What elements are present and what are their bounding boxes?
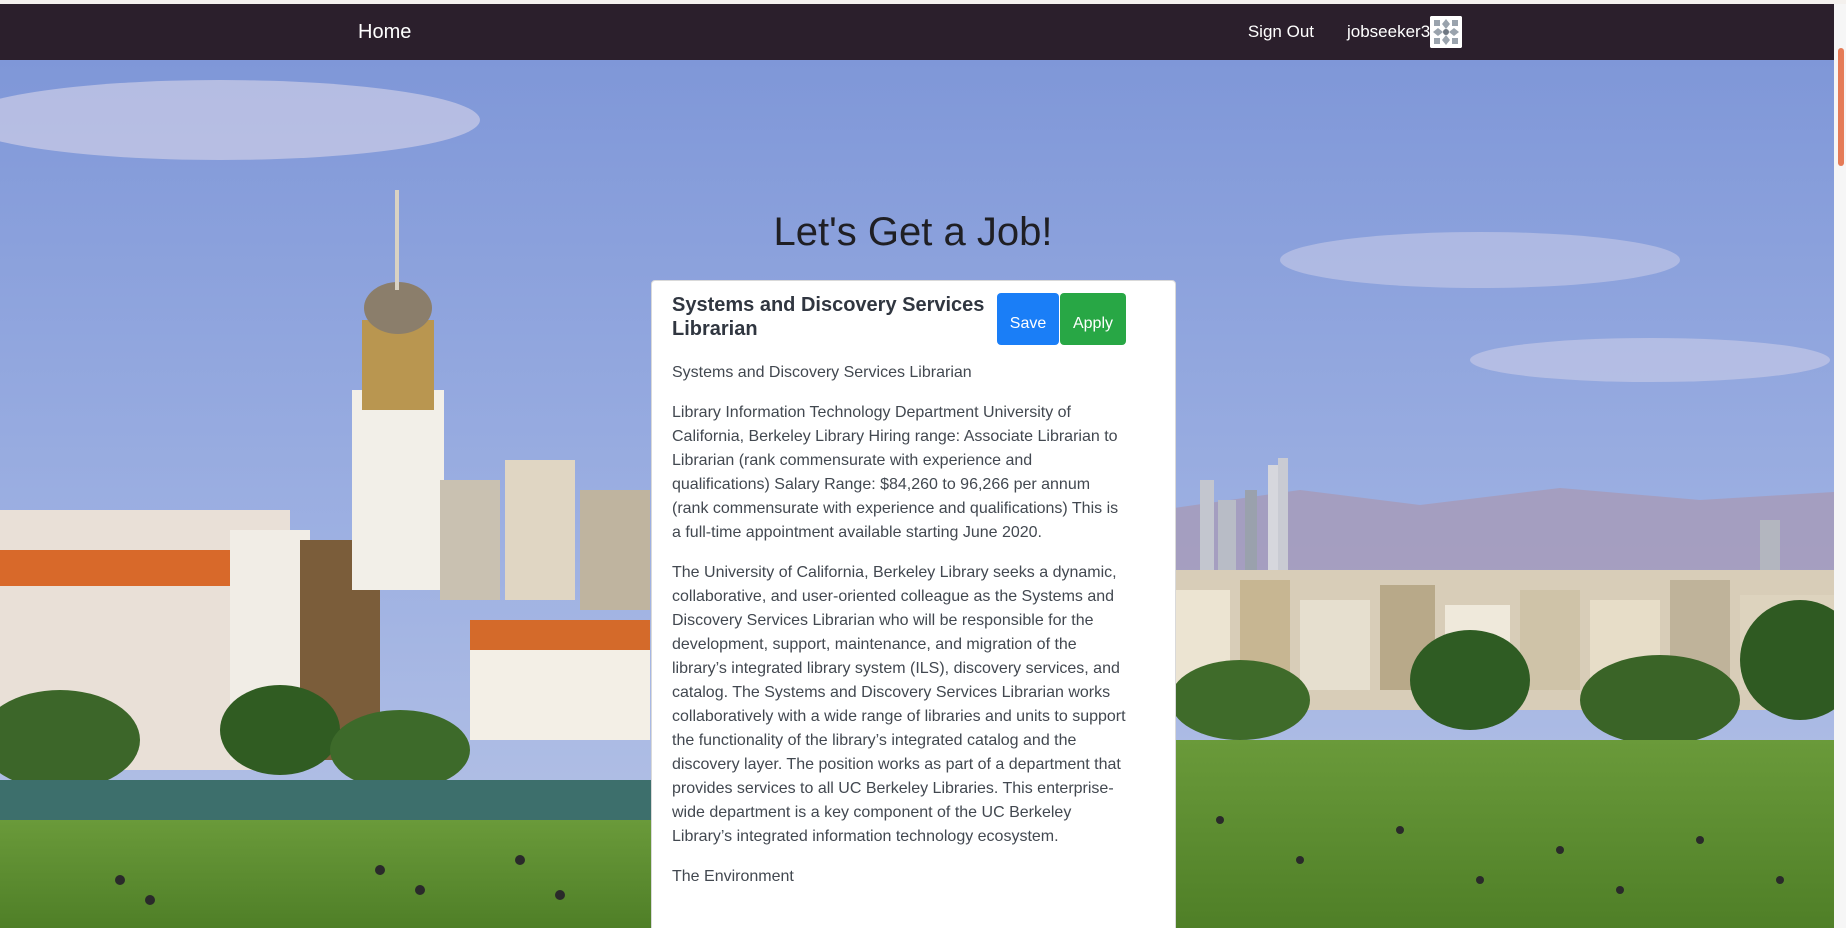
job-description-paragraph: The Environment — [672, 868, 794, 885]
page: Home Sign Out jobseeker3 Let's Get a Job… — [0, 0, 1846, 928]
page-headline: Let's Get a Job! — [773, 210, 1053, 254]
scrollbar-thumb[interactable] — [1838, 48, 1844, 166]
job-description-paragraph: Library Information Technology Departmen… — [672, 404, 1119, 541]
save-button[interactable]: Save — [997, 293, 1059, 345]
nav-username[interactable]: jobseeker3 — [1347, 22, 1430, 42]
job-description-paragraph: Systems and Discovery Services Librarian — [672, 364, 972, 381]
top-navbar: Home Sign Out jobseeker3 — [0, 4, 1834, 60]
nav-home-link[interactable]: Home — [358, 21, 411, 44]
apply-button[interactable]: Apply — [1060, 293, 1126, 345]
job-card: Systems and Discovery Services Librarian… — [651, 280, 1176, 928]
nav-signout-link[interactable]: Sign Out — [1248, 22, 1314, 42]
avatar[interactable] — [1430, 16, 1462, 48]
job-description: Systems and Discovery Services Librarian… — [672, 361, 1128, 905]
job-title: Systems and Discovery Services Librarian — [672, 294, 985, 340]
job-description-paragraph: The University of California, Berkeley L… — [672, 564, 1126, 845]
identicon-avatar-icon — [1430, 16, 1462, 48]
